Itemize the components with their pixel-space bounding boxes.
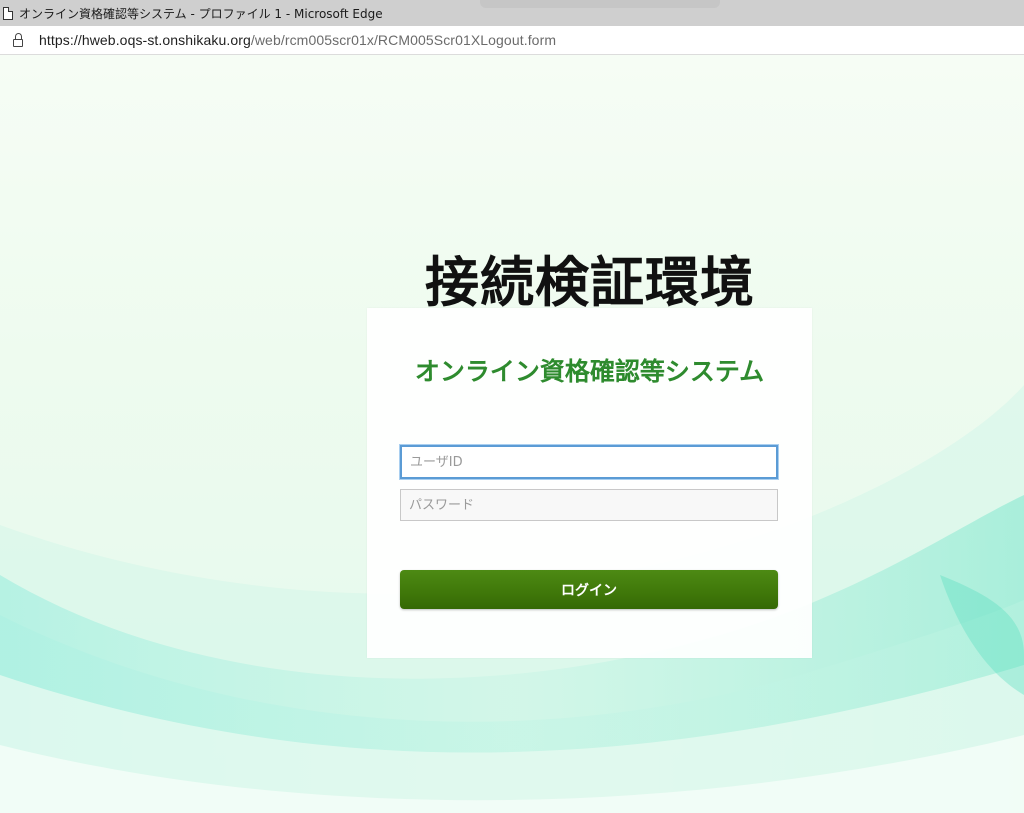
password-input[interactable]: [400, 489, 778, 521]
login-button[interactable]: ログイン: [400, 570, 778, 609]
userid-input[interactable]: [400, 445, 778, 479]
url-text[interactable]: https://hweb.oqs-st.onshikaku.org/web/rc…: [39, 32, 556, 48]
url-host: https://hweb.oqs-st.onshikaku.org: [39, 32, 251, 48]
window-title: オンライン資格確認等システム - プロファイル 1 - Microsoft Ed…: [19, 6, 383, 21]
address-bar[interactable]: https://hweb.oqs-st.onshikaku.org/web/rc…: [0, 26, 1024, 55]
login-card: オンライン資格確認等システム ログイン: [367, 308, 812, 658]
lock-icon[interactable]: [13, 32, 23, 47]
titlebar-drag-region: [480, 0, 720, 8]
environment-title: 接続検証環境: [425, 251, 755, 314]
window-titlebar: オンライン資格確認等システム - プロファイル 1 - Microsoft Ed…: [0, 0, 1024, 26]
document-icon: [3, 6, 13, 20]
url-path: /web/rcm005scr01x/RCM005Scr01XLogout.for…: [250, 32, 557, 48]
system-title: オンライン資格確認等システム: [414, 357, 765, 386]
page-viewport: 接続検証環境 オンライン資格確認等システム ログイン: [0, 55, 1024, 813]
